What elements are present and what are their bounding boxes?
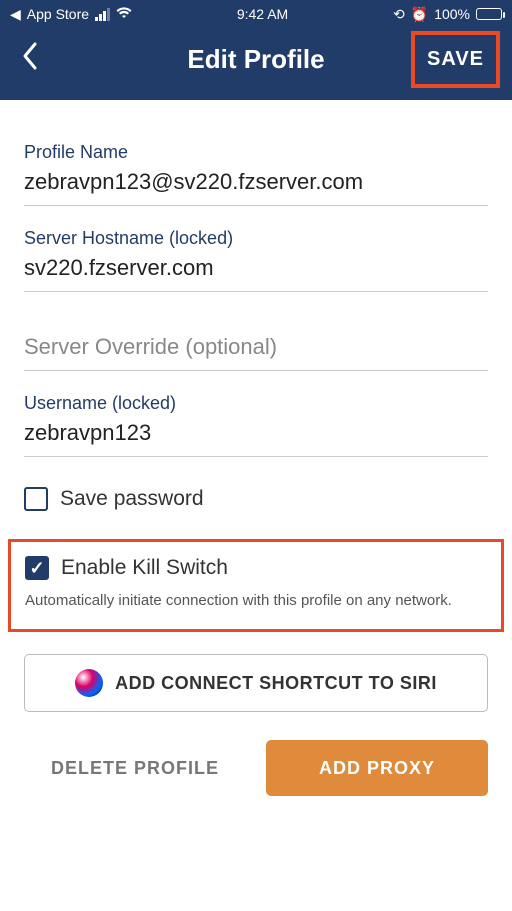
- chevron-left-icon: [20, 41, 38, 71]
- server-override-input[interactable]: Server Override (optional): [24, 334, 488, 371]
- back-to-app-icon[interactable]: ◀: [10, 6, 21, 23]
- server-hostname-input: sv220.fzserver.com: [24, 255, 488, 292]
- add-proxy-button[interactable]: ADD PROXY: [266, 740, 488, 796]
- bottom-button-row: DELETE PROFILE ADD PROXY: [24, 740, 488, 796]
- back-to-app-label[interactable]: App Store: [27, 6, 89, 22]
- alarm-icon: ⏰: [411, 6, 428, 23]
- kill-switch-section: Enable Kill Switch Automatically initiat…: [8, 539, 504, 632]
- siri-icon: [75, 669, 103, 697]
- save-password-label: Save password: [60, 487, 204, 511]
- content: Profile Name zebravpn123@sv220.fzserver.…: [0, 100, 512, 796]
- battery-icon: [476, 8, 502, 20]
- status-left: ◀ App Store: [10, 6, 132, 23]
- server-override-field: Server Override (optional): [24, 334, 488, 371]
- kill-switch-label: Enable Kill Switch: [61, 556, 228, 580]
- save-password-checkbox[interactable]: [24, 487, 48, 511]
- cellular-signal-icon: [95, 8, 110, 21]
- nav-bar: Edit Profile SAVE: [0, 28, 512, 100]
- username-field: Username (locked) zebravpn123: [24, 393, 488, 457]
- kill-switch-description: Automatically initiate connection with t…: [25, 590, 487, 611]
- profile-name-input[interactable]: zebravpn123@sv220.fzserver.com: [24, 169, 488, 206]
- back-button[interactable]: [12, 41, 46, 77]
- kill-switch-checkbox[interactable]: [25, 556, 49, 580]
- server-hostname-label: Server Hostname (locked): [24, 228, 488, 249]
- save-button[interactable]: SAVE: [411, 31, 500, 88]
- status-time: 9:42 AM: [237, 6, 288, 22]
- save-password-row[interactable]: Save password: [24, 487, 488, 511]
- kill-switch-row[interactable]: Enable Kill Switch: [25, 556, 487, 580]
- delete-profile-button[interactable]: DELETE PROFILE: [24, 740, 246, 796]
- server-hostname-field: Server Hostname (locked) sv220.fzserver.…: [24, 228, 488, 292]
- username-label: Username (locked): [24, 393, 488, 414]
- siri-button-label: ADD CONNECT SHORTCUT TO SIRI: [115, 673, 437, 694]
- add-siri-shortcut-button[interactable]: ADD CONNECT SHORTCUT TO SIRI: [24, 654, 488, 712]
- status-bar: ◀ App Store 9:42 AM ⟲ ⏰ 100%: [0, 0, 512, 28]
- orientation-lock-icon: ⟲: [393, 6, 405, 23]
- battery-percent: 100%: [434, 6, 470, 22]
- username-input: zebravpn123: [24, 420, 488, 457]
- profile-name-field: Profile Name zebravpn123@sv220.fzserver.…: [24, 142, 488, 206]
- wifi-icon: [116, 6, 132, 22]
- status-right: ⟲ ⏰ 100%: [393, 6, 502, 23]
- profile-name-label: Profile Name: [24, 142, 488, 163]
